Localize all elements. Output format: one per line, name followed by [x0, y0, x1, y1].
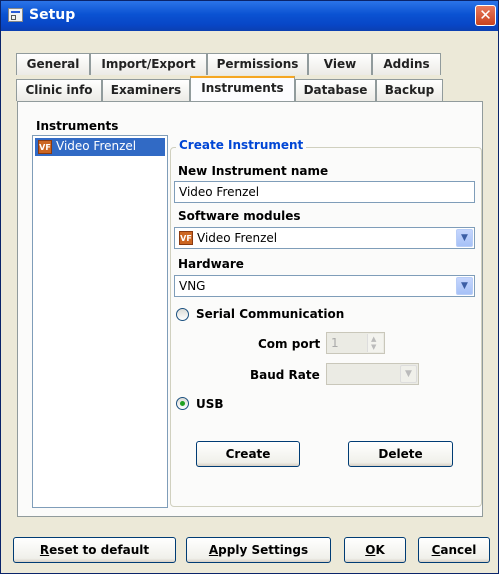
tab-import-export[interactable]: Import/Export	[90, 53, 207, 75]
chevron-down-icon[interactable]: ▼	[456, 229, 473, 247]
title-bar[interactable]: Setup ✕	[1, 1, 498, 31]
apply-mnemonic: A	[208, 543, 219, 557]
ok-label: K	[375, 543, 385, 557]
spinner-arrows-icon[interactable]: ▲ ▼	[367, 334, 383, 352]
serial-communication-label[interactable]: Serial Communication	[196, 307, 344, 321]
video-frenzel-icon: VF	[179, 231, 193, 245]
cancel-button[interactable]: Cancel	[418, 537, 490, 563]
tab-addins[interactable]: Addins	[372, 53, 441, 75]
instruments-listbox[interactable]: VF Video Frenzel	[32, 135, 168, 508]
create-instrument-title: Create Instrument	[176, 138, 307, 152]
hardware-value: VNG	[179, 279, 206, 293]
apply-settings-button[interactable]: Apply Settings	[186, 537, 331, 563]
list-item[interactable]: VF Video Frenzel	[35, 138, 165, 156]
instruments-list-label: Instruments	[36, 119, 119, 133]
tab-permissions[interactable]: Permissions	[207, 53, 308, 75]
window-icon	[8, 8, 23, 22]
reset-to-default-button[interactable]: Reset to default	[13, 537, 176, 563]
tab-general[interactable]: General	[16, 53, 90, 75]
video-frenzel-icon: VF	[38, 140, 52, 154]
tab-clinic-info[interactable]: Clinic info	[16, 79, 102, 101]
chevron-down-icon[interactable]: ▼	[456, 277, 473, 295]
chevron-down-icon[interactable]: ▼	[400, 365, 417, 383]
apply-label: pply Settings	[218, 543, 309, 557]
com-port-stepper[interactable]: 1 ▲ ▼	[326, 332, 385, 354]
instrument-name-field[interactable]: Video Frenzel	[174, 181, 475, 203]
cancel-label: ancel	[440, 543, 477, 557]
list-item-label: Video Frenzel	[56, 139, 137, 153]
setup-window: Setup ✕ General Import/Export Permission…	[0, 0, 499, 574]
ok-mnemonic: O	[365, 543, 376, 557]
hardware-label: Hardware	[178, 257, 244, 271]
hardware-select[interactable]: VNG ▼	[174, 275, 475, 297]
instrument-name-label: New Instrument name	[178, 164, 329, 178]
com-port-value: 1	[331, 336, 339, 350]
reset-label: eset to default	[49, 543, 150, 557]
create-button[interactable]: Create	[196, 441, 300, 467]
software-modules-value: Video Frenzel	[197, 231, 278, 245]
tab-database[interactable]: Database	[295, 79, 376, 101]
close-icon: ✕	[479, 6, 492, 24]
close-button[interactable]: ✕	[475, 5, 496, 26]
delete-button[interactable]: Delete	[348, 441, 453, 467]
tab-examiners[interactable]: Examiners	[102, 79, 190, 101]
ok-button[interactable]: OK	[344, 537, 406, 563]
tab-backup[interactable]: Backup	[376, 79, 443, 101]
instrument-name-value: Video Frenzel	[179, 185, 260, 199]
serial-communication-radio[interactable]	[176, 308, 189, 321]
software-modules-label: Software modules	[178, 209, 301, 223]
baud-rate-select[interactable]: ▼	[326, 363, 419, 385]
window-title: Setup	[29, 7, 76, 23]
baud-rate-label: Baud Rate	[250, 368, 320, 382]
com-port-label: Com port	[258, 337, 321, 351]
tab-view[interactable]: View	[308, 53, 372, 75]
reset-mnemonic: R	[39, 543, 50, 557]
usb-label[interactable]: USB	[196, 397, 224, 411]
tab-instruments[interactable]: Instruments	[190, 76, 295, 101]
usb-radio[interactable]	[176, 397, 189, 410]
software-modules-select[interactable]: VF Video Frenzel ▼	[174, 227, 475, 249]
